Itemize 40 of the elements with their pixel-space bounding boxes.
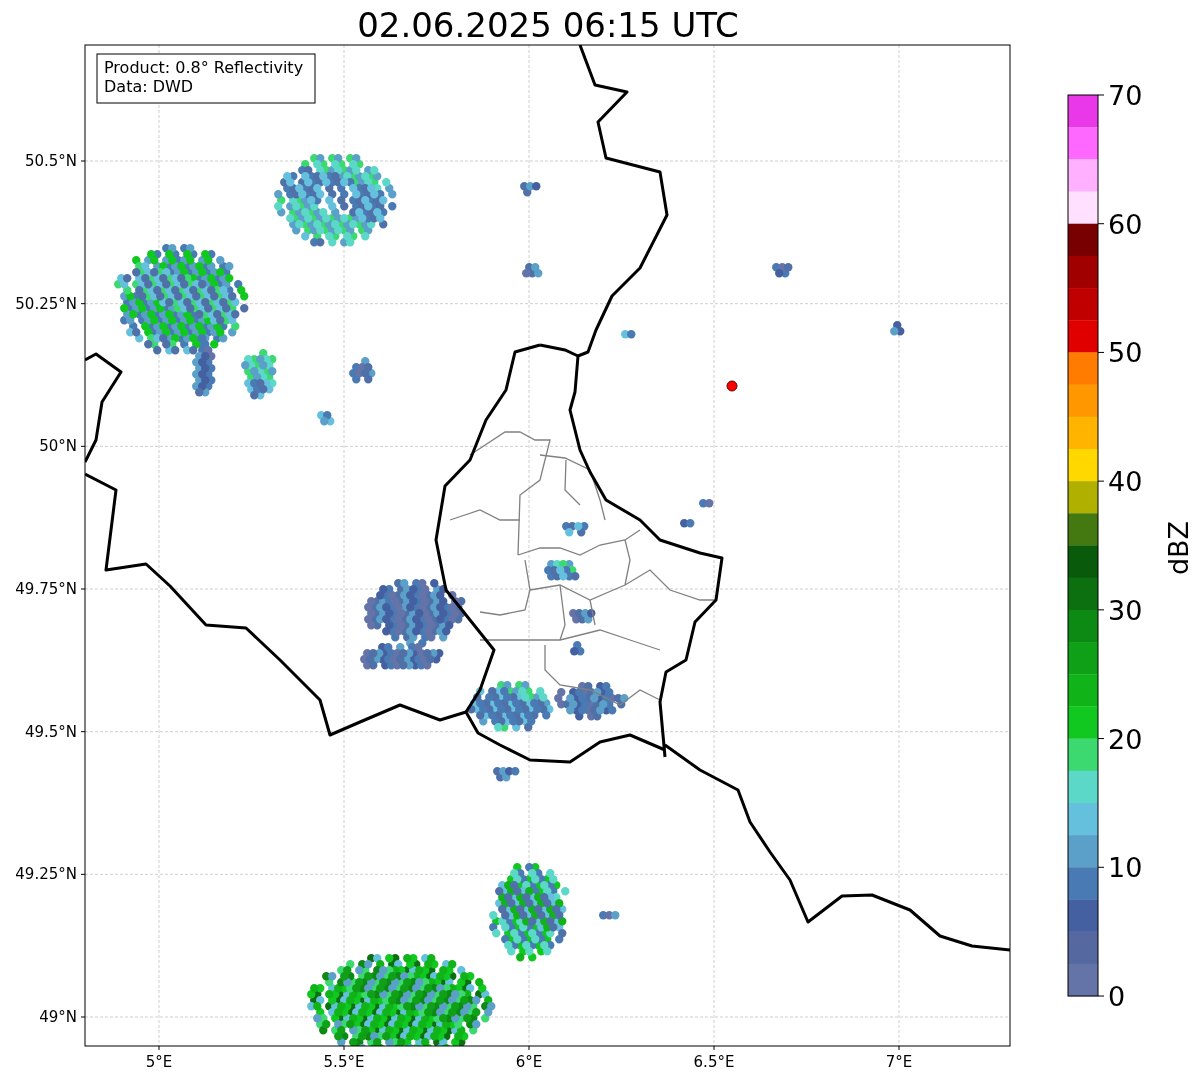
latitude-label: 50.5°N [24, 152, 77, 170]
colorbar-tick-label: 50 [1108, 337, 1143, 369]
colorbar-tick-label: 30 [1108, 594, 1143, 626]
radar-echo [317, 411, 335, 426]
latitude-label: 49°N [39, 1008, 77, 1026]
radar-echo [562, 522, 589, 537]
colorbar-tick-label: 0 [1108, 981, 1126, 1012]
latitude-label: 49.5°N [24, 722, 77, 741]
radar-echo [569, 609, 596, 624]
longitude-label: 5.5°E [323, 1053, 365, 1071]
colorbar-label: dBZ [1163, 520, 1194, 576]
radar-echo [520, 182, 541, 197]
latitude-label: 49.75°N [15, 580, 77, 598]
chart-title: 02.06.2025 06:15 UTC [357, 5, 739, 45]
longitude-label: 6.5°E [693, 1053, 735, 1071]
legend-text: Product: 0.8° Reflectivity [104, 58, 304, 77]
radar-station-marker [726, 380, 738, 392]
colorbar-tick-label: 40 [1108, 466, 1143, 498]
longitude-label: 6°E [515, 1053, 543, 1071]
radar-echo [493, 767, 520, 782]
longitude-label: 5°E [145, 1053, 173, 1071]
latitude-label: 50°N [39, 437, 77, 456]
colorbar-tick-label: 70 [1108, 80, 1143, 111]
radar-echo [621, 330, 636, 339]
radar-echo [522, 263, 543, 278]
radar-echo [599, 911, 620, 920]
radar-echo [680, 519, 695, 528]
radar-echo [699, 499, 714, 508]
colorbar-tick-label: 10 [1108, 852, 1143, 884]
legend-text: Data: DWD [104, 77, 194, 96]
colorbar-tick-label: 60 [1108, 208, 1143, 240]
radar-echo [772, 263, 793, 278]
latitude-label: 50.25°N [15, 294, 77, 313]
radar-echo [544, 560, 580, 581]
longitude-label: 7°E [885, 1053, 913, 1071]
latitude-label: 49.25°N [15, 865, 77, 884]
radar-echo [570, 641, 585, 656]
radar-echo [890, 321, 905, 336]
radar-echo [349, 357, 376, 384]
colorbar-tick-label: 20 [1108, 723, 1143, 755]
